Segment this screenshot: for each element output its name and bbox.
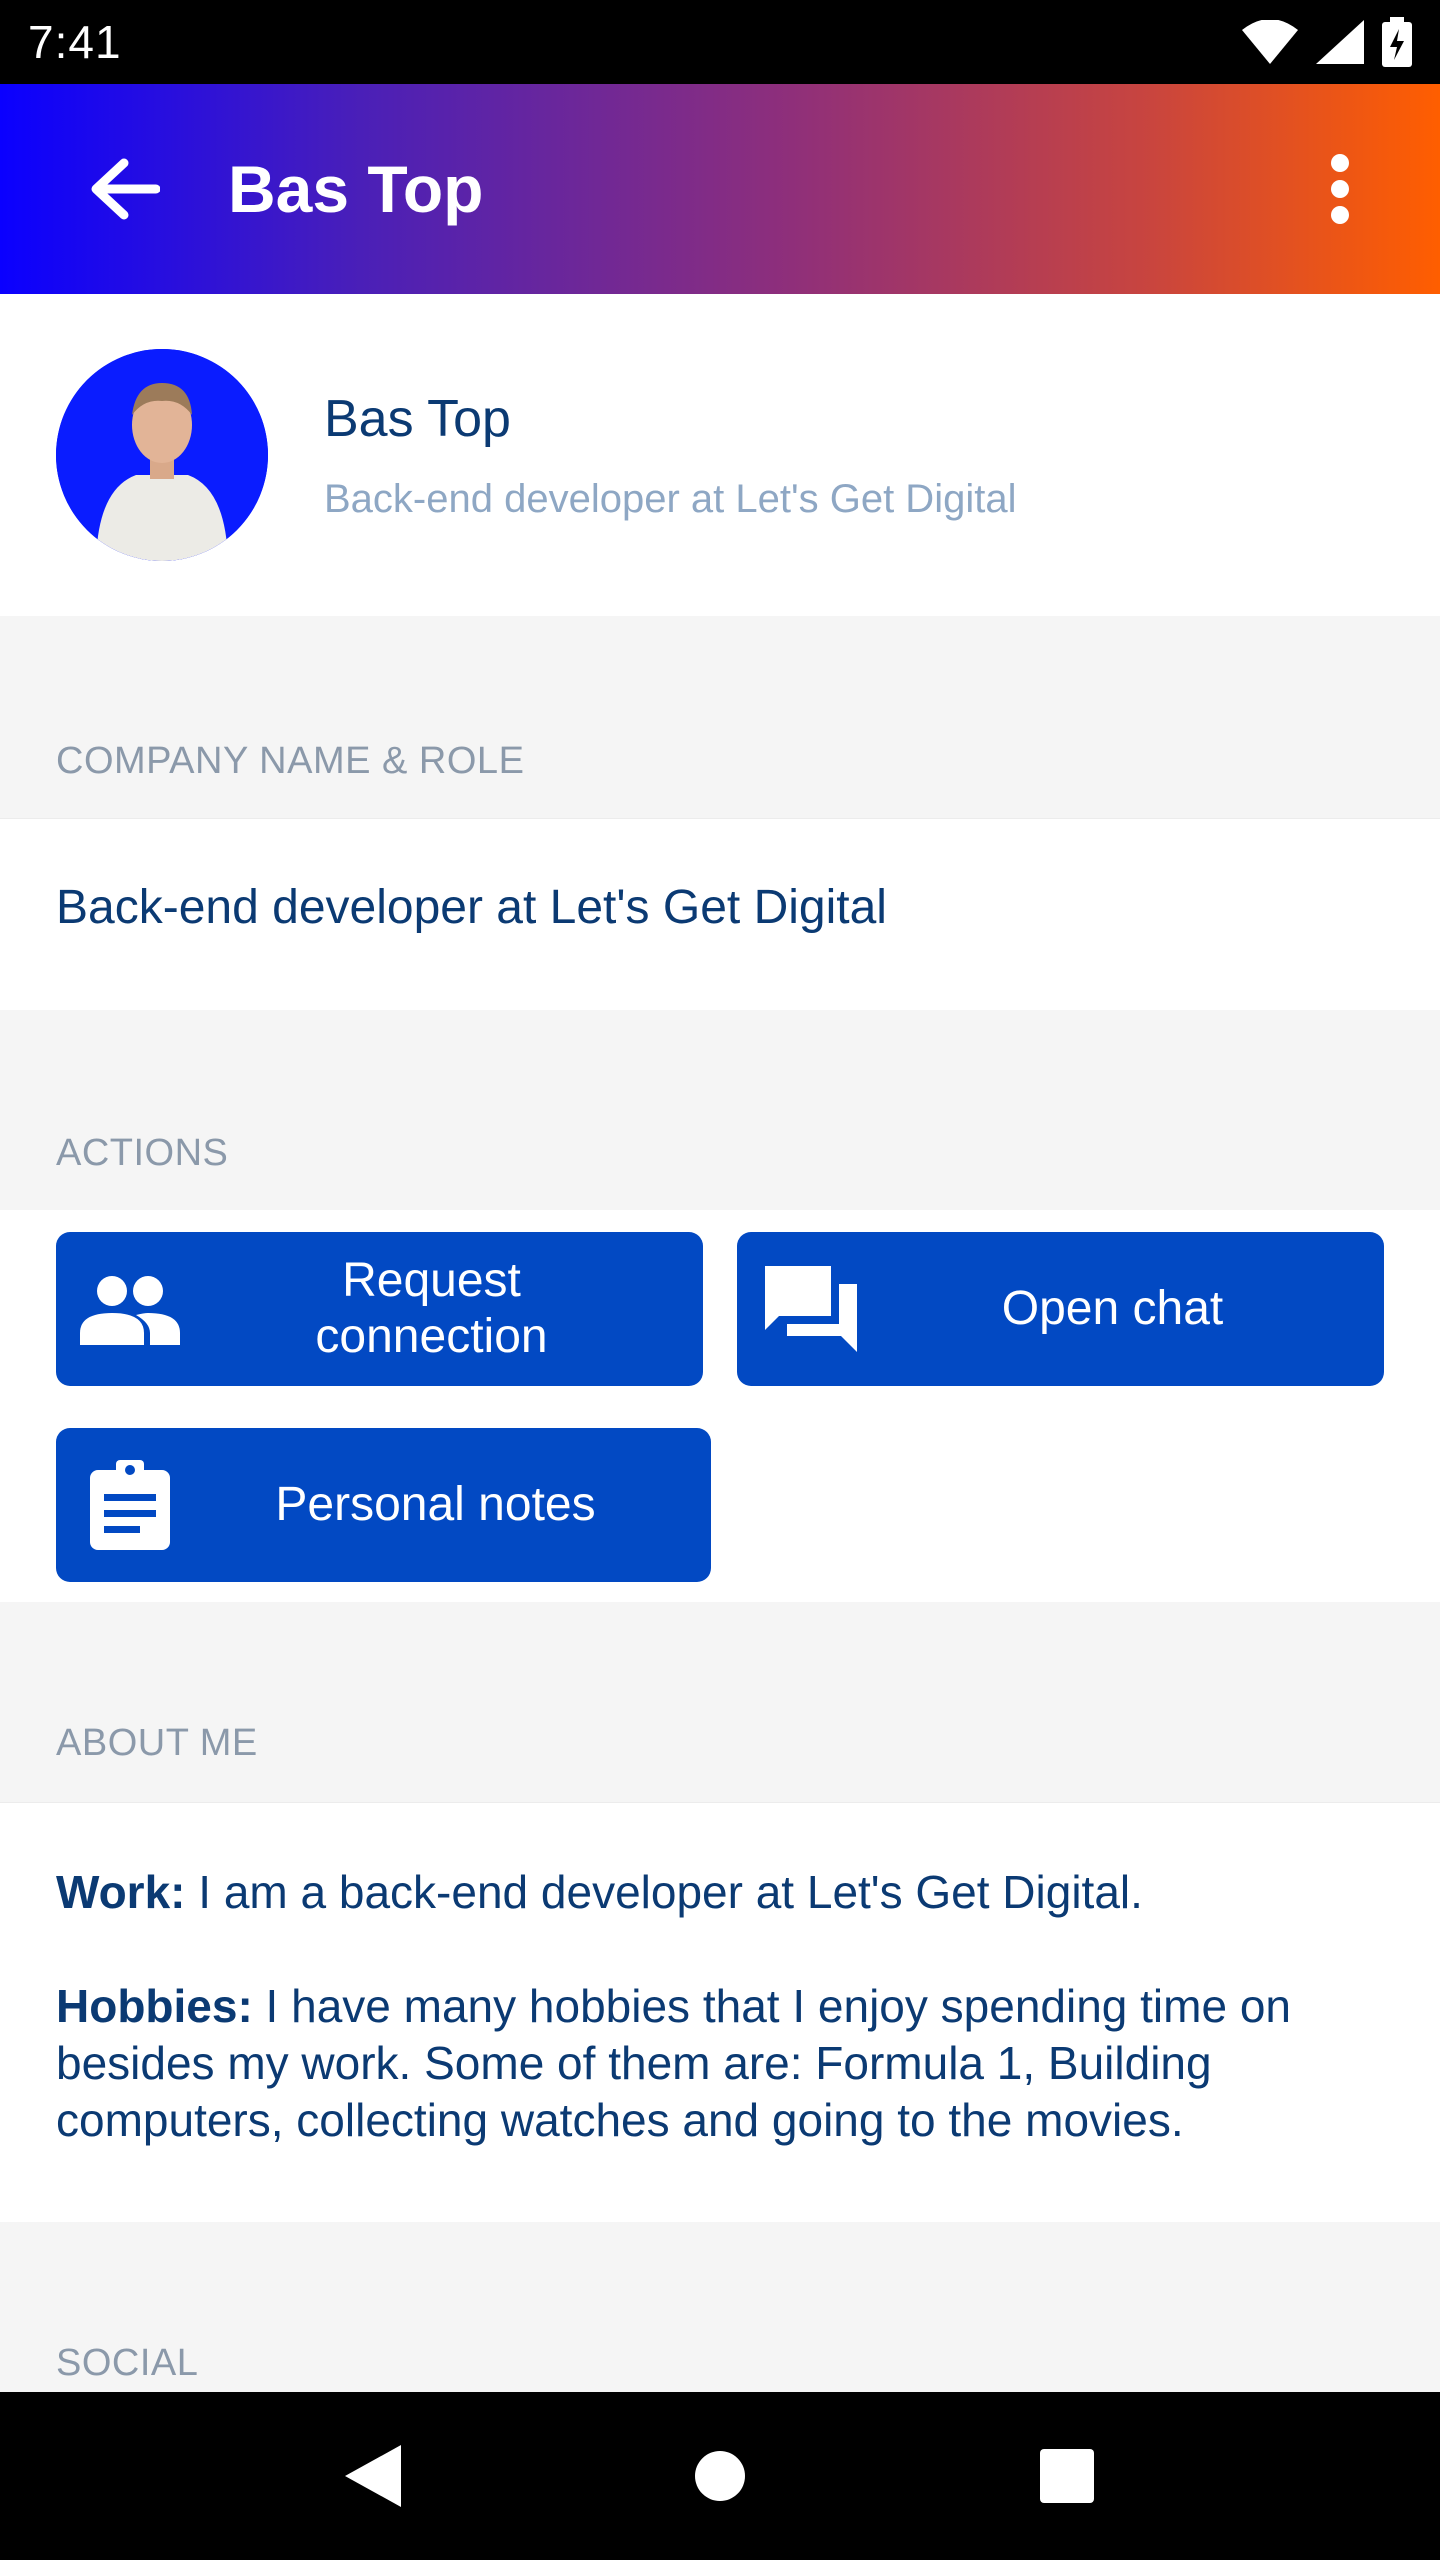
open-chat-button[interactable]: Open chat bbox=[737, 1232, 1384, 1386]
nav-recents-icon bbox=[1039, 2449, 1094, 2503]
profile-name: Bas Top bbox=[324, 389, 511, 448]
wifi-icon bbox=[1242, 20, 1298, 64]
about-hobbies: Hobbies: I have many hobbies that I enjo… bbox=[56, 1978, 1386, 2149]
page-title: Bas Top bbox=[228, 152, 484, 226]
battery-icon bbox=[1382, 17, 1412, 67]
signal-icon bbox=[1316, 20, 1364, 64]
about-work-text: I am a back-end developer at Let's Get D… bbox=[185, 1866, 1143, 1918]
about-work-label: Work: bbox=[56, 1866, 186, 1918]
status-bar: 7:41 bbox=[0, 0, 1440, 84]
avatar[interactable] bbox=[56, 349, 268, 561]
avatar-portrait bbox=[56, 349, 268, 561]
open-chat-label: Open chat bbox=[1001, 1282, 1224, 1335]
clipboard-icon bbox=[80, 1455, 180, 1555]
status-time: 7:41 bbox=[28, 16, 122, 68]
nav-back-icon bbox=[345, 2445, 402, 2507]
arrow-left-icon bbox=[91, 158, 160, 220]
section-label-about: ABOUT ME bbox=[56, 1722, 258, 1764]
request-connection-label-line2: connection bbox=[315, 1310, 548, 1363]
section-label-company: COMPANY NAME & ROLE bbox=[56, 740, 525, 782]
app-bar: Bas Top bbox=[0, 84, 1440, 294]
personal-notes-label: Personal notes bbox=[275, 1478, 596, 1531]
status-icons bbox=[1242, 17, 1412, 67]
request-connection-label-line1: Request bbox=[342, 1254, 521, 1307]
system-nav-bar bbox=[0, 2392, 1440, 2560]
section-label-actions: ACTIONS bbox=[56, 1132, 229, 1174]
nav-recents-button[interactable] bbox=[1007, 2416, 1127, 2536]
people-icon bbox=[80, 1259, 180, 1359]
about-hobbies-label: Hobbies: bbox=[56, 1980, 253, 2032]
back-button[interactable] bbox=[64, 129, 184, 249]
personal-notes-button[interactable]: Personal notes bbox=[56, 1428, 711, 1582]
nav-home-button[interactable] bbox=[660, 2416, 780, 2536]
more-vert-icon bbox=[1331, 154, 1349, 224]
chat-icon bbox=[761, 1259, 861, 1359]
profile-header: Bas Top Back-end developer at Let's Get … bbox=[0, 294, 1440, 616]
request-connection-button[interactable]: Request connection bbox=[56, 1232, 703, 1386]
request-connection-label: Request connection bbox=[180, 1253, 703, 1365]
profile-role: Back-end developer at Let's Get Digital bbox=[324, 476, 1017, 521]
overflow-menu-button[interactable] bbox=[1292, 129, 1388, 249]
about-work: Work: I am a back-end developer at Let's… bbox=[56, 1864, 1386, 1921]
nav-home-icon bbox=[694, 2451, 745, 2501]
profile-text: Bas Top Back-end developer at Let's Get … bbox=[324, 389, 1016, 522]
screen: 7:41 Bas Top Bas Top Back-end developer … bbox=[0, 0, 1440, 2560]
section-label-social: SOCIAL bbox=[56, 2342, 199, 2384]
nav-back-button[interactable] bbox=[313, 2416, 433, 2536]
company-role-value: Back-end developer at Let's Get Digital bbox=[56, 881, 887, 934]
